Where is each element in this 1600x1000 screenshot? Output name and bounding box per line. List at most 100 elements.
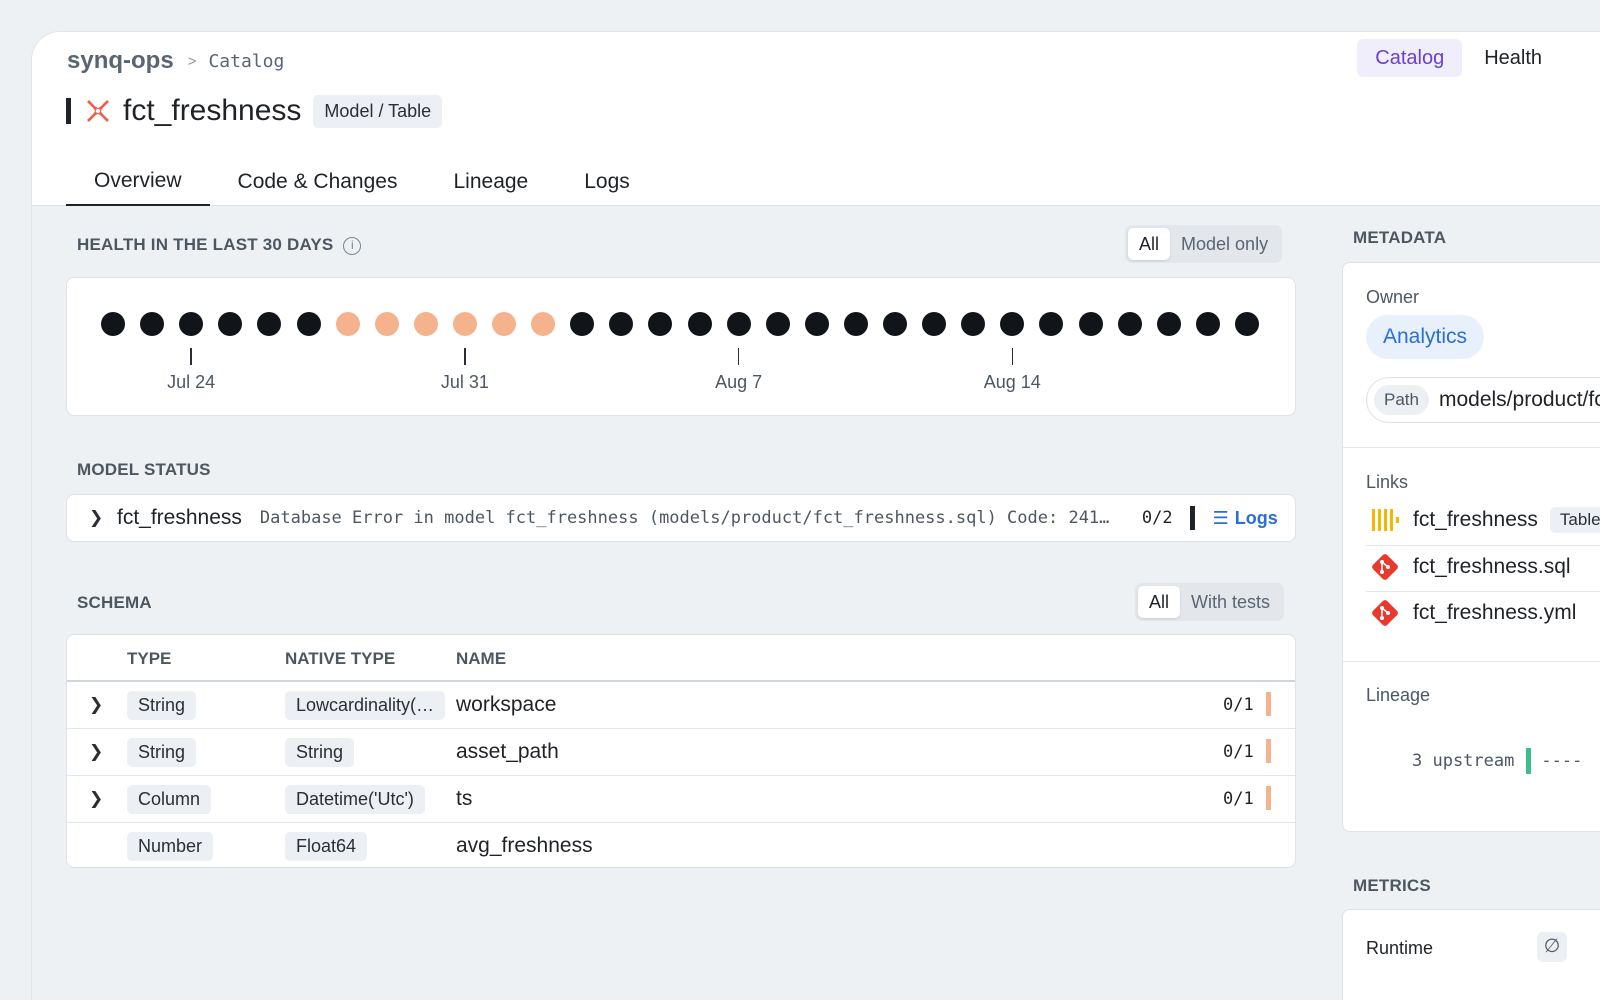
- column-name: asset_path: [456, 740, 559, 763]
- info-icon[interactable]: i: [343, 236, 362, 255]
- logs-link[interactable]: ☰ Logs: [1213, 508, 1278, 529]
- health-day-dot[interactable]: [687, 312, 712, 336]
- health-filter-toggle: All Model only: [1125, 225, 1283, 263]
- health-day-dot[interactable]: [218, 312, 243, 336]
- health-day-dot[interactable]: [374, 312, 399, 336]
- health-day-dot[interactable]: [883, 312, 907, 336]
- column-type-badge: Column: [127, 785, 212, 814]
- columns-icon: [1372, 509, 1399, 531]
- topnav-health[interactable]: Health: [1466, 39, 1560, 77]
- health-day-dot[interactable]: [922, 312, 947, 336]
- timeline-tick-label: Jul 31: [440, 372, 489, 392]
- schema-filter-with-tests[interactable]: With tests: [1180, 586, 1281, 618]
- owner-label: Owner: [1366, 287, 1420, 307]
- link-text: fct_freshness: [1413, 508, 1538, 531]
- health-day-dot[interactable]: [1117, 312, 1142, 336]
- health-day-dot[interactable]: [648, 312, 673, 336]
- test-status-bar: [1266, 786, 1271, 810]
- link-type-tag: Table: [1549, 507, 1600, 533]
- health-day-dot[interactable]: [804, 312, 829, 336]
- timeline-tick-label: Aug 7: [715, 372, 763, 392]
- owner-badge[interactable]: Analytics: [1366, 315, 1485, 359]
- git-icon: [1372, 554, 1398, 580]
- link-item[interactable]: fct_freshness.sql: [1371, 553, 1571, 581]
- health-day-dot[interactable]: [257, 312, 282, 336]
- health-day-dot[interactable]: [1195, 312, 1220, 336]
- lineage-upstream[interactable]: 3 upstream ----: [1412, 748, 1582, 774]
- path-value: models/product/fct_freshness.sql: [1438, 388, 1600, 411]
- health-day-dot[interactable]: [765, 312, 790, 336]
- table-row[interactable]: ❯ Column Datetime('Utc') ts 0/1: [67, 776, 1295, 823]
- test-count: 0/1: [1223, 789, 1254, 809]
- lineage-bar: [1526, 748, 1532, 774]
- health-day-dot[interactable]: [1234, 312, 1259, 336]
- health-day-dot[interactable]: [726, 312, 751, 336]
- divider: [1366, 545, 1600, 546]
- metadata-card: Owner Analytics Path models/product/fct_…: [1342, 262, 1600, 832]
- path-label: Path: [1374, 385, 1429, 415]
- health-day-dot[interactable]: [335, 312, 360, 336]
- health-filter-model-only[interactable]: Model only: [1170, 228, 1279, 260]
- health-day-dot[interactable]: [140, 312, 165, 336]
- health-day-dot[interactable]: [413, 312, 438, 336]
- health-day-dot[interactable]: [452, 312, 477, 336]
- links-label: Links: [1366, 472, 1409, 492]
- tab-logs[interactable]: Logs: [556, 158, 658, 206]
- test-count: 0/1: [1223, 695, 1254, 715]
- tab-lineage[interactable]: Lineage: [425, 158, 556, 206]
- divider: [1343, 661, 1600, 662]
- metadata-title: METADATA: [1353, 228, 1447, 247]
- timeline-tick-label: Aug 14: [983, 372, 1041, 392]
- link-item[interactable]: fct_freshness Table: [1371, 507, 1600, 533]
- lineage-connector: ----: [1541, 751, 1583, 771]
- table-row[interactable]: ❯ String String asset_path 0/1: [67, 729, 1295, 776]
- column-type-badge: String: [127, 691, 197, 720]
- health-day-dot[interactable]: [1156, 312, 1181, 336]
- tab-overview[interactable]: Overview: [66, 158, 210, 206]
- chevron-right-icon[interactable]: ❯: [89, 695, 103, 715]
- health-day-dot[interactable]: [531, 312, 556, 336]
- health-day-dot[interactable]: [1078, 312, 1103, 336]
- entity-type-badge: Model / Table: [313, 94, 443, 128]
- column-header-native-type[interactable]: NATIVE TYPE: [285, 649, 395, 669]
- model-status-row[interactable]: ❯ fct_freshness Database Error in model …: [67, 495, 1295, 541]
- topnav-catalog[interactable]: Catalog: [1357, 39, 1463, 77]
- timeline-tick: [190, 348, 192, 365]
- column-header-name[interactable]: NAME: [456, 649, 506, 669]
- model-status-message: Database Error in model fct_freshness (m…: [259, 508, 1110, 528]
- breadcrumb-page[interactable]: Catalog: [208, 51, 284, 72]
- chevron-right-icon[interactable]: ❯: [89, 742, 103, 762]
- schema-filter-all[interactable]: All: [1138, 586, 1181, 618]
- health-filter-all[interactable]: All: [1128, 228, 1171, 260]
- chevron-right-icon[interactable]: ❯: [89, 508, 103, 528]
- link-item[interactable]: fct_freshness.yml: [1371, 599, 1576, 627]
- link-text: fct_freshness.sql: [1413, 555, 1571, 578]
- native-type-badge: Datetime('Utc'): [285, 785, 425, 814]
- dbt-icon: [87, 100, 109, 122]
- health-day-dot[interactable]: [1000, 312, 1025, 336]
- model-status-name: fct_freshness: [117, 506, 242, 529]
- health-day-dot[interactable]: [179, 312, 204, 336]
- tab-code-changes[interactable]: Code & Changes: [210, 158, 426, 206]
- health-day-dot[interactable]: [1039, 312, 1064, 336]
- health-day-dot[interactable]: [296, 312, 321, 336]
- column-header-type[interactable]: TYPE: [127, 649, 171, 669]
- table-row[interactable]: ❯ String Lowcardinality(… workspace 0/1: [67, 682, 1295, 729]
- chevron-right-icon[interactable]: ❯: [89, 789, 103, 809]
- path-field[interactable]: Path models/product/fct_freshness.sql: [1366, 377, 1600, 423]
- schema-title: SCHEMA: [77, 593, 152, 612]
- breadcrumb-org[interactable]: synq-ops: [67, 47, 174, 75]
- empty-set-icon[interactable]: ∅: [1537, 932, 1567, 962]
- health-day-dot[interactable]: [609, 312, 634, 336]
- test-count: 0/1: [1223, 742, 1254, 762]
- schema-table: TYPE NATIVE TYPE NAME ❯ String Lowcardin…: [66, 634, 1296, 868]
- git-icon: [1372, 600, 1398, 626]
- column-type-badge: Number: [127, 832, 214, 861]
- health-day-dot[interactable]: [101, 312, 125, 336]
- table-row[interactable]: Number Float64 avg_freshness: [67, 823, 1295, 870]
- health-day-dot[interactable]: [492, 312, 516, 336]
- health-day-dot[interactable]: [961, 312, 986, 336]
- timeline-tick-label: Jul 24: [167, 372, 216, 392]
- health-day-dot[interactable]: [843, 312, 868, 336]
- health-day-dot[interactable]: [570, 312, 595, 336]
